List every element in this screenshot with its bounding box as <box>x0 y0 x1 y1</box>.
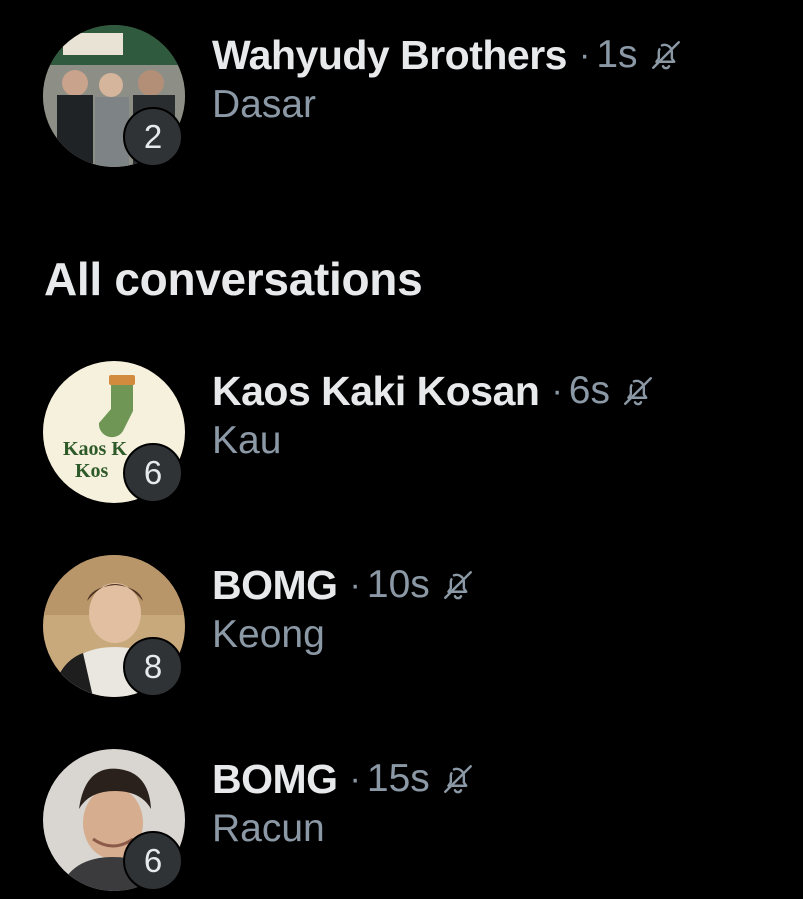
unread-count-badge: 2 <box>123 107 183 167</box>
section-title: All conversations <box>44 253 423 305</box>
conversation-name: BOMG <box>212 755 338 802</box>
bell-off-icon <box>440 566 476 604</box>
timestamp: 6s <box>568 369 610 412</box>
timestamp: 10s <box>366 563 430 606</box>
last-message-preview: Racun <box>212 807 325 850</box>
separator-dot: · <box>349 759 361 798</box>
conversation-row-kaos-kaki-kosan[interactable]: Kaos K Kos 6 Kaos Kaki Kosan · 6s Kau <box>0 361 803 511</box>
separator-dot: · <box>578 35 591 74</box>
timestamp: 1s <box>596 33 638 76</box>
brand-text-line2: Kos <box>75 460 109 482</box>
bell-off-icon <box>620 372 656 410</box>
conversation-row-bomg-2[interactable]: 6 BOMG · 15s Racun <box>0 749 803 899</box>
conversation-name: Kaos Kaki Kosan <box>212 367 540 414</box>
last-message-preview: Kau <box>212 419 282 462</box>
conversation-name: Wahyudy Brothers <box>212 31 567 78</box>
conversation-name: BOMG <box>212 561 338 608</box>
unread-count-badge: 6 <box>123 831 183 891</box>
separator-dot: · <box>349 565 361 604</box>
unread-count-badge: 8 <box>123 637 183 697</box>
last-message-preview: Keong <box>212 613 325 656</box>
bell-off-icon <box>648 36 684 74</box>
separator-dot: · <box>551 371 563 410</box>
bell-off-icon <box>440 760 476 798</box>
conversation-row-wahyudy-brothers[interactable]: 2 Wahyudy Brothers · 1s Dasar <box>0 25 803 175</box>
unread-count-badge: 6 <box>123 443 183 503</box>
conversation-row-bomg-1[interactable]: 8 BOMG · 10s Keong <box>0 555 803 705</box>
last-message-preview: Dasar <box>212 83 317 126</box>
timestamp: 15s <box>366 757 430 800</box>
brand-text-line1: Kaos K <box>63 438 127 460</box>
